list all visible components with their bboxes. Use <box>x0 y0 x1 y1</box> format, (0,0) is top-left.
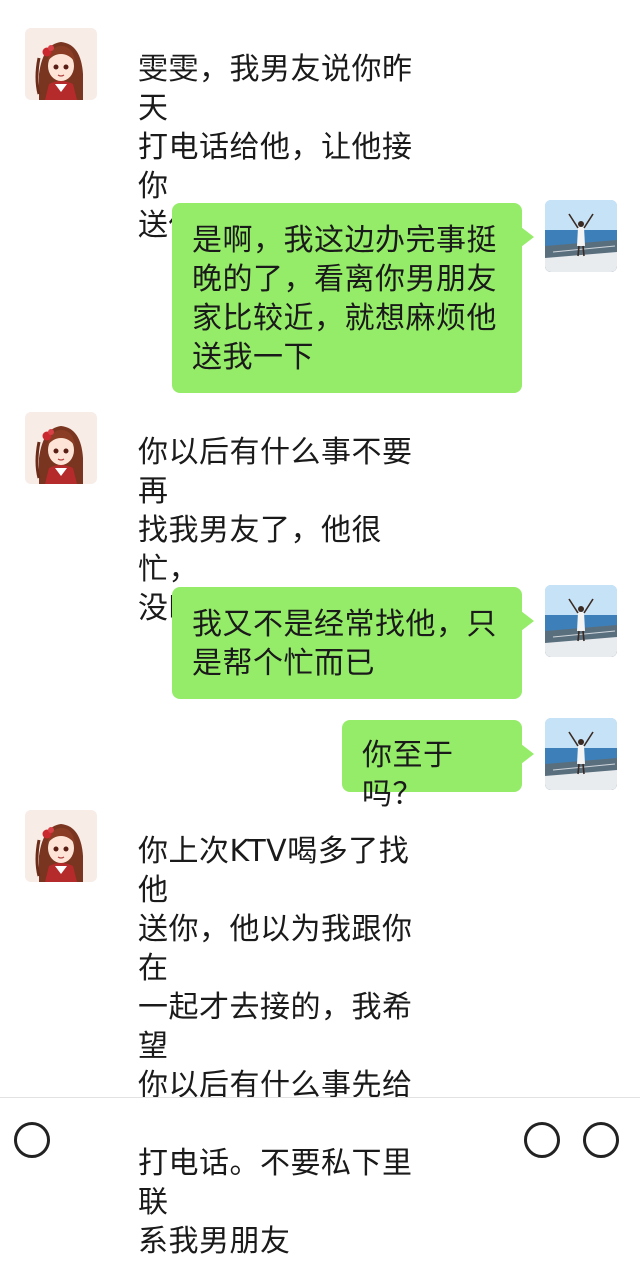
seaside-girl-avatar[interactable] <box>545 585 617 657</box>
emoji-icon[interactable] <box>524 1122 560 1158</box>
seaside-girl-avatar[interactable] <box>545 200 617 272</box>
outgoing-message-bubble: 我又不是经常找他，只 是帮个忙而已 <box>172 587 534 699</box>
outgoing-message-bubble: 你至于吗？ <box>342 720 534 812</box>
seaside-girl-avatar[interactable] <box>545 718 617 790</box>
incoming-message: 你上次KTV喝多了找他 送你，他以为我跟你在 一起才去接的，我希望 你以后有什么… <box>138 834 413 1259</box>
anime-girl-avatar[interactable] <box>25 810 97 882</box>
voice-icon[interactable] <box>14 1122 50 1158</box>
anime-girl-avatar[interactable] <box>25 28 97 100</box>
anime-girl-avatar[interactable] <box>25 412 97 484</box>
add-icon[interactable] <box>583 1122 619 1158</box>
outgoing-message-bubble: 是啊，我这边办完事挺 晚的了，看离你男朋友 家比较近，就想麻烦他 送我一下 <box>172 203 534 393</box>
